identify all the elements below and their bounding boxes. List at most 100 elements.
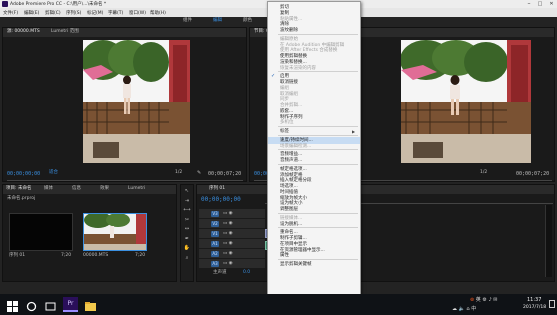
source-scrub-bar[interactable] — [7, 180, 243, 181]
menu-separator — [278, 212, 358, 214]
network-icon[interactable]: ⌂ — [466, 306, 469, 312]
source-video-frame — [83, 40, 190, 163]
program-fraction-select[interactable]: 1/2 — [480, 170, 487, 176]
context-menu-item-label: 波纹删除 — [280, 28, 298, 33]
project-panel-tab[interactable]: 信息 — [72, 186, 81, 192]
track-header[interactable]: A1 ▭ ◉ — [199, 239, 265, 249]
clock-date[interactable]: 2017/7/18 — [523, 305, 546, 310]
volume-icon[interactable]: 🔈 — [459, 306, 465, 312]
menu-item[interactable]: 窗口(W) — [129, 10, 146, 16]
track-toggle-icons[interactable]: ▭ ◉ — [223, 251, 233, 257]
lumetri-scopes-tab[interactable]: Lumetri 范围 — [51, 29, 79, 35]
zoom-tool-icon[interactable]: ⌕ — [181, 254, 193, 264]
slip-tool-icon[interactable]: ↔ — [181, 225, 193, 235]
track-toggle-icons[interactable]: ▭ ◉ — [223, 261, 233, 267]
project-panel-tab[interactable]: 效果 — [100, 186, 109, 192]
timeline-panel: 序列 01 00;00;00;00 V3 ▭ ◉ V2 ▭ ◉ V1 ▭ ◉ A1 ▭ ◉ A2… — [196, 184, 555, 282]
system-tray: ☁ 🔈 ⌂ 中 — [452, 305, 512, 313]
source-timecode: 00;00;00;00 — [7, 171, 41, 177]
pen-tool-icon[interactable]: ✒ — [181, 235, 193, 245]
track-toggle-icons[interactable]: ▭ ◉ — [223, 221, 233, 227]
source-monitor-panel: 源: 00000.MTS Lumetri 范围 00;00;00;00 适合 1… — [2, 27, 247, 192]
project-file-name: 未命名.prproj — [7, 196, 36, 201]
context-menu-item-label: 设为脱机... — [280, 221, 303, 227]
menu-item[interactable]: 帮助(H) — [150, 10, 166, 16]
hand-tool-icon[interactable]: ✋ — [181, 244, 193, 254]
menu-item[interactable]: 序列(S) — [66, 10, 81, 16]
track-header[interactable]: V3 ▭ ◉ — [199, 209, 265, 219]
project-item-label: 序列 01 — [9, 253, 26, 258]
premiere-logo-icon — [2, 1, 8, 7]
project-item-duration: 7;20 — [135, 253, 146, 258]
close-button[interactable]: ✕ — [546, 0, 557, 8]
menu-separator — [278, 33, 358, 35]
project-panel-tab[interactable]: Lumetri — [128, 186, 145, 192]
source-fit-select[interactable]: 适合 — [49, 170, 58, 176]
ripple-edit-tool-icon[interactable]: ⟷ — [181, 206, 193, 216]
selection-tool-icon[interactable]: ↖ — [181, 187, 193, 197]
track-label[interactable]: V1 — [211, 231, 219, 237]
menu-separator — [278, 163, 358, 165]
track-label[interactable]: A3 — [211, 261, 219, 267]
track-label[interactable]: V2 — [211, 221, 219, 227]
clock-time[interactable]: 11:37 — [527, 297, 541, 303]
razor-tool-icon[interactable]: ✂ — [181, 216, 193, 226]
track-toggle-icons[interactable]: ▭ ◉ — [223, 241, 233, 247]
maximize-button[interactable]: □ — [535, 0, 545, 8]
track-toggle-icons[interactable]: ▭ ◉ — [223, 211, 233, 217]
workspace-tab[interactable]: 编辑 — [213, 18, 222, 24]
project-panel-tab[interactable]: 项目: 未命名 — [6, 186, 31, 192]
menu-separator — [278, 71, 358, 73]
tray-icon[interactable]: ♪ — [488, 297, 491, 303]
notification-icon[interactable] — [549, 300, 555, 308]
context-menu-item-label: 场景编辑检测... — [280, 143, 312, 149]
windows-start-icon[interactable] — [6, 298, 19, 312]
track-header[interactable]: V1 ▭ ◉ — [199, 229, 265, 239]
track-toggle-icons[interactable]: ▭ ◉ — [223, 231, 233, 237]
track-label[interactable]: A1 — [211, 241, 219, 247]
source-fraction-select[interactable]: 1/2 — [175, 170, 182, 176]
track-header[interactable]: A3 ▭ ◉ — [199, 259, 265, 269]
context-menu-item-label: 音频声道... — [280, 158, 303, 163]
menu-item[interactable]: 剪辑(C) — [45, 10, 61, 16]
track-header[interactable]: A2 ▭ ◉ — [199, 249, 265, 259]
track-select-tool-icon[interactable]: ⇥ — [181, 197, 193, 207]
timeline-tab[interactable]: 序列 01 — [209, 186, 225, 192]
wrench-icon[interactable]: ✎ — [197, 170, 201, 176]
workspace-tab[interactable]: 组件 — [183, 18, 192, 24]
file-explorer-icon[interactable] — [84, 298, 97, 311]
track-header[interactable]: V2 ▭ ◉ — [199, 219, 265, 229]
track-label[interactable]: A2 — [211, 251, 219, 257]
tray-icon[interactable]: ✉ — [493, 297, 497, 303]
project-item-sequence[interactable] — [9, 213, 73, 251]
track-label[interactable]: V3 — [211, 211, 219, 217]
project-tabs: 项目: 未命名 媒体 信息 效果 Lumetri — [6, 186, 176, 193]
menu-item[interactable]: 文件(F) — [3, 10, 18, 16]
workspace-tab[interactable]: 颜色 — [243, 18, 252, 24]
context-menu-item-label: 恢复未渲染的内容 — [280, 65, 316, 71]
project-panel-tab[interactable]: 媒体 — [44, 186, 53, 192]
context-menu-item-label: 标签 — [280, 129, 289, 134]
task-view-icon[interactable] — [44, 298, 57, 311]
ime-english-indicator[interactable]: 英 — [476, 297, 481, 303]
minimize-button[interactable]: – — [524, 0, 534, 8]
context-menu-item[interactable]: 显示剪辑关键帧 — [268, 261, 360, 268]
menu-item[interactable]: 标记(M) — [87, 10, 103, 16]
menu-separator — [278, 149, 358, 151]
tray-app-icons[interactable]: ⊚ 英 ⚙ ♪ ✉ — [470, 296, 530, 304]
menu-item[interactable]: 编辑(E) — [24, 10, 39, 16]
master-track-value[interactable]: 0.0 — [243, 270, 250, 276]
context-menu-item-label: 显示剪辑关键帧 — [280, 262, 312, 267]
source-tab[interactable]: 源: 00000.MTS — [7, 29, 40, 35]
context-menu-item-label: 属性 — [280, 253, 289, 259]
premiere-taskbar-icon[interactable]: Pr — [63, 297, 78, 312]
tray-icon[interactable]: ⚙ — [482, 297, 486, 303]
project-item-clip[interactable] — [83, 213, 147, 251]
master-track-label: 主声道 — [213, 270, 227, 275]
menu-item[interactable]: 字幕(T) — [108, 10, 123, 16]
ime-indicator[interactable]: 中 — [471, 306, 476, 312]
cloud-icon[interactable]: ☁ — [452, 306, 457, 312]
context-menu: 剪切 复制 粘贴属性... 清除 波纹删除 编辑原始在 Adobe Audition 中编… — [267, 1, 361, 304]
search-icon[interactable] — [25, 298, 38, 312]
sogou-icon[interactable]: ⊚ — [470, 297, 474, 303]
